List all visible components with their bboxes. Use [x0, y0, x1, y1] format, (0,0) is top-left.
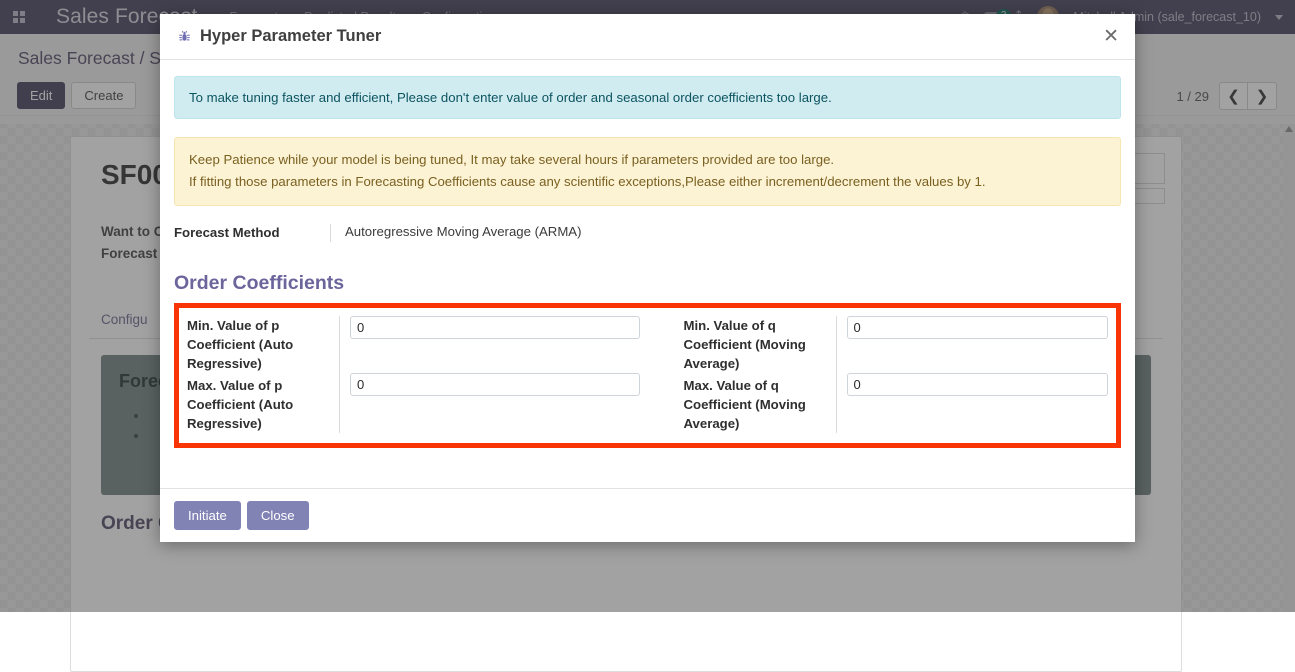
max-p-label: Max. Value of p Coefficient (Auto Regres…: [187, 376, 339, 433]
max-p-input[interactable]: [350, 373, 640, 396]
p-coefficient-column: Min. Value of p Coefficient (Auto Regres…: [179, 308, 648, 443]
min-p-label: Min. Value of p Coefficient (Auto Regres…: [187, 316, 339, 373]
forecast-method-value: Autoregressive Moving Average (ARMA): [330, 224, 582, 242]
dialog-body: To make tuning faster and efficient, Ple…: [160, 60, 1135, 488]
p-coefficient-inputs: [339, 316, 648, 433]
min-q-label: Min. Value of q Coefficient (Moving Aver…: [684, 316, 836, 373]
max-q-input[interactable]: [847, 373, 1109, 396]
order-coefficients-highlight: Min. Value of p Coefficient (Auto Regres…: [174, 303, 1121, 448]
q-coefficient-column: Min. Value of q Coefficient (Moving Aver…: [648, 308, 1117, 443]
dialog-header: Hyper Parameter Tuner ✕: [160, 14, 1135, 60]
initiate-button[interactable]: Initiate: [174, 501, 241, 530]
max-q-label: Max. Value of q Coefficient (Moving Aver…: [684, 376, 836, 433]
close-icon[interactable]: ✕: [1103, 27, 1119, 46]
close-button[interactable]: Close: [247, 501, 309, 530]
dialog-footer: Initiate Close: [160, 488, 1135, 542]
q-coefficient-labels: Min. Value of q Coefficient (Moving Aver…: [676, 316, 836, 433]
forecast-method-label: Forecast Method: [174, 224, 330, 240]
dialog-title: Hyper Parameter Tuner: [200, 27, 381, 46]
bug-icon: [174, 30, 194, 44]
forecast-method-row: Forecast Method Autoregressive Moving Av…: [174, 224, 1121, 250]
q-coefficient-inputs: [836, 316, 1117, 433]
warning-alert-line-1: Keep Patience while your model is being …: [189, 150, 1106, 169]
info-alert: To make tuning faster and efficient, Ple…: [174, 76, 1121, 119]
hyper-parameter-tuner-dialog: Hyper Parameter Tuner ✕ To make tuning f…: [160, 14, 1135, 542]
warning-alert-line-2: If fitting those parameters in Forecasti…: [189, 172, 1106, 191]
order-coefficients-heading: Order Coefficients: [174, 272, 1121, 295]
min-p-input[interactable]: [350, 316, 640, 339]
min-q-input[interactable]: [847, 316, 1109, 339]
p-coefficient-labels: Min. Value of p Coefficient (Auto Regres…: [179, 316, 339, 433]
warning-alert: Keep Patience while your model is being …: [174, 137, 1121, 206]
